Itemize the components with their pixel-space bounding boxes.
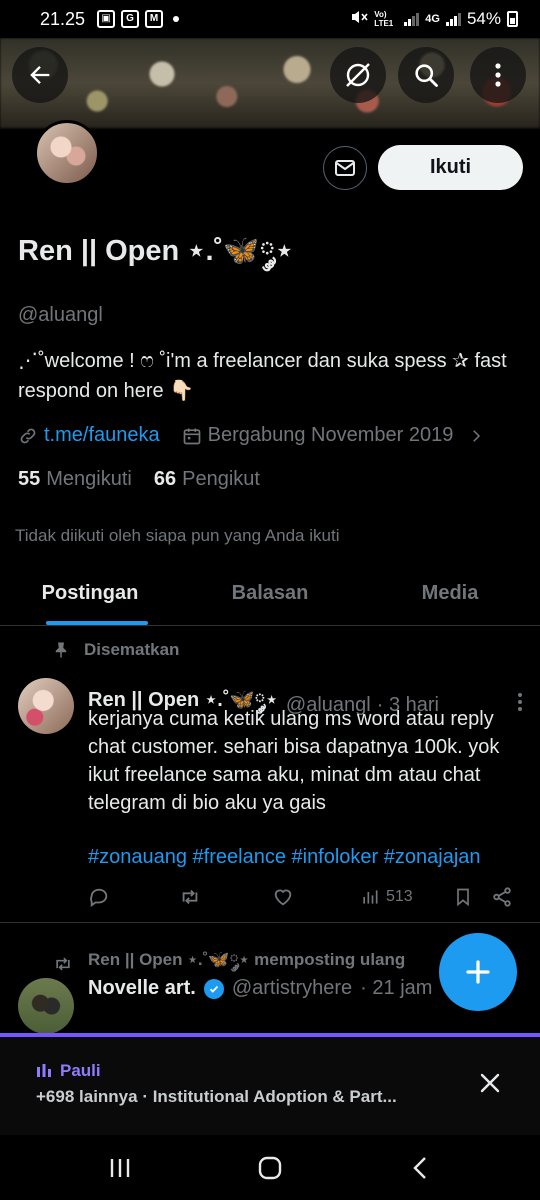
more-options-button[interactable] (470, 47, 526, 103)
profile-link[interactable]: t.me/fauneka (44, 424, 160, 447)
tab-postingan[interactable]: Postingan (0, 562, 180, 625)
views-count: 513 (386, 888, 413, 905)
verified-badge-icon (203, 978, 224, 999)
repost-handle: @artistryhere (231, 977, 353, 999)
home-icon (258, 1156, 282, 1180)
pinned-label: Disematkan (52, 640, 179, 660)
post-hashtags[interactable]: #zonauang #freelance #infoloker #zonajaj… (88, 846, 481, 869)
home-button[interactable] (250, 1153, 290, 1183)
reply-icon (90, 888, 108, 908)
joined-date: Bergabung November 2019 (207, 424, 454, 446)
mail-app-icon: M (145, 10, 164, 28)
google-icon: G (121, 10, 140, 28)
signal-2-icon (445, 12, 461, 26)
repost-button[interactable] (178, 886, 202, 908)
profile-tabs: Postingan Balasan Media (0, 562, 540, 626)
recents-button[interactable] (100, 1153, 140, 1183)
pin-icon (55, 642, 67, 658)
followers-count: 66 (153, 468, 177, 490)
display-name: Ren || Open ⋆.˚🦋༘⋆ (18, 235, 294, 267)
repost-header: Novelle art. @artistryhere · 21 jam (88, 977, 432, 1000)
plus-icon (466, 960, 490, 984)
status-right: Vo) LTE1 4G 54% (350, 8, 518, 31)
repost-icon (182, 889, 198, 905)
share-button[interactable] (491, 886, 513, 908)
profile-handle: @aluangl (18, 304, 103, 326)
bookmark-button[interactable] (453, 886, 473, 908)
recents-icon (110, 1159, 130, 1177)
grok-button[interactable] (330, 47, 386, 103)
views-chart-icon (363, 890, 378, 904)
profile-meta: t.me/fauneka Bergabung November 2019 (18, 424, 528, 447)
repost-time: · 21 jam (360, 977, 433, 999)
network-type: 4G (425, 13, 440, 25)
pinned-text: Disematkan (84, 640, 180, 659)
post-divider (0, 922, 540, 923)
following-label: Mengikuti (46, 468, 132, 490)
heart-icon (274, 889, 292, 906)
spaces-subtitle: +698 lainnya · Institutional Adoption & … (36, 1087, 397, 1106)
notification-icons: ▣ G M (97, 10, 180, 28)
tab-balasan[interactable]: Balasan (180, 562, 360, 625)
message-button[interactable] (323, 146, 367, 190)
back-button[interactable] (12, 47, 68, 103)
close-icon (480, 1073, 500, 1093)
battery-icon (507, 11, 518, 27)
envelope-icon (335, 160, 355, 176)
banner-overlay (0, 38, 540, 128)
compose-post-button[interactable] (439, 933, 517, 1011)
views-button[interactable]: 513 (360, 887, 413, 907)
arrow-left-icon (30, 66, 50, 84)
signal-1-icon (404, 12, 420, 26)
bookmark-icon (457, 888, 469, 907)
mute-icon (350, 8, 368, 31)
repost-icon (56, 957, 70, 971)
status-bar: 21.25 ▣ G M Vo) LTE1 4G 54% (0, 0, 540, 38)
share-icon (493, 887, 511, 907)
profile-avatar[interactable] (34, 120, 100, 186)
post-text: kerjanya cuma ketik ulang ms word atau r… (88, 708, 505, 814)
not-followed-notice: Tidak diikuti oleh siapa pun yang Anda i… (15, 526, 340, 545)
repost-author[interactable]: Novelle art. (88, 977, 196, 1000)
chevron-left-icon (413, 1157, 426, 1179)
audio-bars-icon (37, 1064, 51, 1077)
system-navigation-bar (0, 1135, 540, 1200)
more-vertical-icon (495, 63, 501, 87)
spaces-host: Pauli (36, 1061, 101, 1081)
follow-button[interactable]: Ikuti (378, 145, 523, 190)
spaces-dock[interactable]: Pauli +698 lainnya · Institutional Adopt… (0, 1037, 540, 1135)
followers-label: Pengikut (182, 468, 260, 490)
chevron-right-icon[interactable] (467, 427, 485, 445)
battery-percent: 54% (466, 9, 501, 28)
profile-bio: ⋰˚welcome ! ෆ ˚i'm a freelancer dan suka… (18, 350, 507, 402)
repost-author-avatar[interactable] (18, 978, 74, 1034)
search-icon (415, 64, 438, 87)
spaces-close-button[interactable] (474, 1067, 506, 1099)
following-count: 55 (18, 468, 41, 490)
calendar-icon (183, 428, 200, 444)
followers-stat[interactable]: 66 Pengikut (154, 468, 260, 491)
spaces-host-name: Pauli (60, 1061, 101, 1080)
reply-button[interactable] (88, 886, 110, 908)
follow-stats: 55 Mengikuti 66 Pengikut (18, 468, 260, 491)
search-button[interactable] (398, 47, 454, 103)
link-icon (20, 428, 36, 443)
gallery-icon: ▣ (97, 10, 116, 28)
following-stat[interactable]: 55 Mengikuti (18, 468, 132, 491)
status-time: 21.25 (40, 8, 86, 29)
grok-icon (346, 63, 370, 87)
post-actions: 513 (88, 884, 518, 910)
volte-label: Vo) LTE1 (374, 10, 394, 28)
tab-media[interactable]: Media (360, 562, 540, 625)
more-notifications-icon (173, 16, 180, 22)
back-nav-button[interactable] (400, 1153, 440, 1183)
post-avatar[interactable] (18, 678, 74, 734)
like-button[interactable] (272, 886, 294, 908)
